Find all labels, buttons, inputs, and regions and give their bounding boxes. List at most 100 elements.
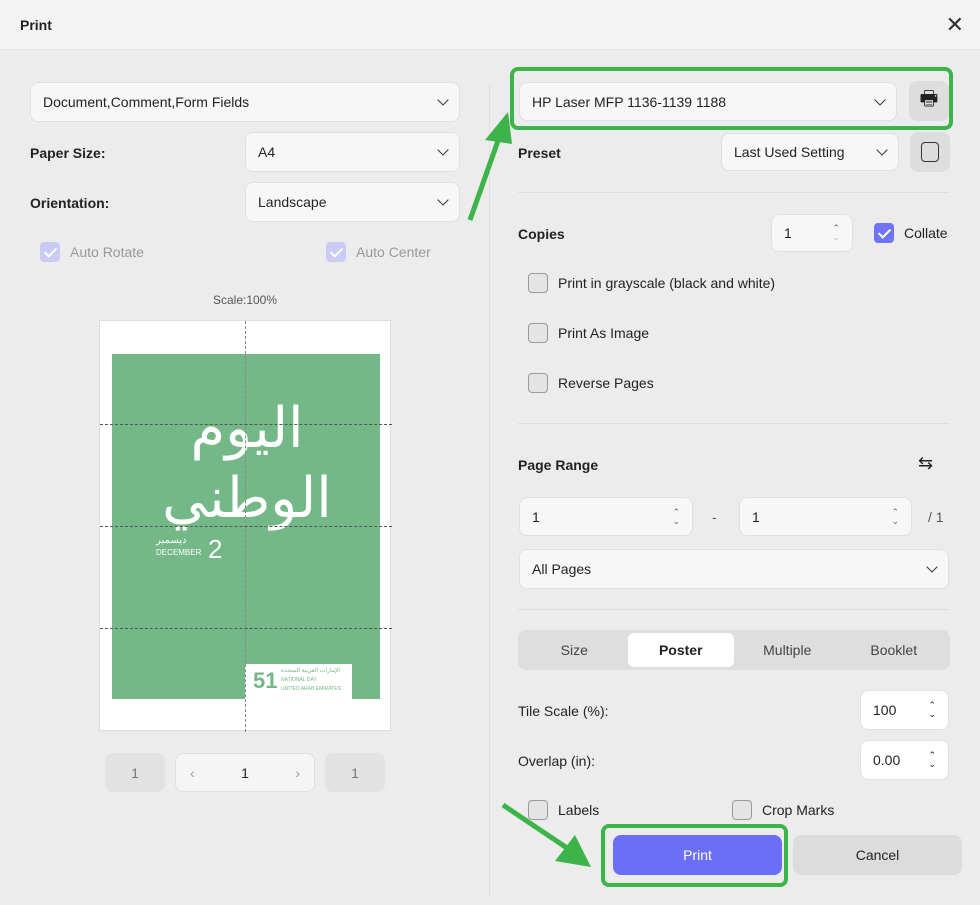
- orientation-value: Landscape: [258, 194, 327, 210]
- copies-stepper[interactable]: 1 ⌃ ⌄: [771, 214, 853, 252]
- stepper-arrows-icon[interactable]: ⌃ ⌄: [832, 224, 840, 242]
- printer-value: HP Laser MFP 1136-1139 1188: [532, 93, 727, 110]
- tile-line: [100, 628, 392, 629]
- badge-ar: الإمارات العربية المتحدة: [281, 668, 341, 674]
- orientation-select[interactable]: Landscape: [245, 182, 460, 222]
- chevron-down-icon: [437, 194, 449, 206]
- copies-label: Copies: [518, 226, 565, 242]
- range-select-value: All Pages: [532, 561, 592, 577]
- grayscale-label: Print in grayscale (black and white): [558, 275, 776, 291]
- tab-multiple[interactable]: Multiple: [734, 633, 841, 667]
- content-value: Document,Comment,Form Fields: [43, 94, 250, 110]
- checkbox-icon: [40, 242, 60, 262]
- dialog-title: Print: [20, 17, 52, 33]
- current-page[interactable]: 1: [241, 765, 249, 781]
- save-icon: [921, 142, 939, 162]
- paper-size-value: A4: [258, 144, 276, 160]
- next-page-icon[interactable]: ›: [295, 765, 300, 781]
- badge-number: 51: [253, 668, 278, 693]
- auto-center-label: Auto Center: [356, 244, 431, 260]
- layout-tabs: Size Poster Multiple Booklet: [518, 630, 950, 670]
- badge-uae: UNITED ARAB EMIRATES: [281, 686, 341, 692]
- tile-scale-stepper[interactable]: 100 ⌃ ⌄: [860, 690, 949, 730]
- checkbox-icon: [528, 373, 548, 393]
- page-navigator: ‹ 1 ›: [175, 753, 315, 792]
- grayscale-checkbox[interactable]: Print in grayscale (black and white): [528, 273, 775, 293]
- copies-value: 1: [784, 225, 792, 241]
- tab-poster[interactable]: Poster: [627, 633, 734, 667]
- auto-rotate-checkbox[interactable]: Auto Rotate: [40, 242, 144, 262]
- chevron-down-icon: [874, 93, 886, 106]
- annotation-arrow-down: [501, 802, 591, 867]
- month-ar: ديسمبر: [156, 535, 187, 546]
- paper-size-label: Paper Size:: [30, 145, 106, 161]
- chevron-down-icon: [437, 144, 449, 156]
- tab-size[interactable]: Size: [521, 633, 628, 667]
- range-to-value: 1: [752, 508, 760, 525]
- divider: [518, 192, 950, 193]
- range-total: / 1: [928, 509, 944, 525]
- overlap-stepper[interactable]: 0.00 ⌃ ⌄: [860, 740, 949, 780]
- page-range-swap-icon[interactable]: ⇆: [918, 453, 933, 474]
- paper-size-select[interactable]: A4: [245, 132, 460, 172]
- collate-label: Collate: [904, 225, 948, 241]
- tab-booklet[interactable]: Booklet: [841, 633, 948, 667]
- overlap-value: 0.00: [873, 752, 901, 768]
- divider: [518, 609, 950, 610]
- chevron-down-icon: [926, 561, 938, 573]
- tile-scale-value: 100: [873, 702, 897, 718]
- checkbox-icon: [732, 800, 752, 820]
- tile-line: [100, 424, 392, 425]
- print-as-image-label: Print As Image: [558, 325, 650, 341]
- preset-select[interactable]: Last Used Setting: [721, 133, 899, 171]
- content-select[interactable]: Document,Comment,Form Fields: [30, 82, 460, 122]
- day-number: 2: [208, 534, 223, 564]
- printer-properties-button[interactable]: 🖶: [909, 81, 949, 121]
- print-button[interactable]: Print: [613, 835, 782, 875]
- crop-marks-label: Crop Marks: [762, 802, 835, 818]
- printer-select[interactable]: HP Laser MFP 1136-1139 1188: [519, 82, 897, 121]
- printer-icon: 🖶: [919, 88, 939, 110]
- scale-label: Scale:100%: [212, 293, 278, 307]
- stepper-arrows-icon[interactable]: ⌃ ⌄: [928, 751, 936, 769]
- checkbox-icon: [528, 323, 548, 343]
- range-select[interactable]: All Pages: [519, 549, 949, 589]
- range-to-stepper[interactable]: 1 ⌃ ⌄: [739, 497, 912, 536]
- range-from-value: 1: [532, 508, 540, 525]
- badge-nd: NATIONAL DAY: [281, 677, 317, 683]
- stepper-arrows-icon[interactable]: ⌃ ⌄: [891, 507, 899, 526]
- title-bar: [0, 0, 980, 50]
- badge: 51 الإمارات العربية المتحدة NATIONAL DAY…: [245, 664, 352, 699]
- checkbox-icon: [874, 223, 894, 243]
- chevron-down-icon: [437, 94, 449, 106]
- tile-line: [100, 526, 392, 527]
- cancel-button[interactable]: Cancel: [793, 835, 962, 875]
- last-page-button[interactable]: 1: [325, 753, 385, 792]
- close-icon[interactable]: ✕: [946, 12, 964, 38]
- tile-scale-label: Tile Scale (%):: [518, 703, 609, 719]
- range-from-stepper[interactable]: 1 ⌃ ⌄: [519, 497, 693, 536]
- checkbox-icon: [528, 273, 548, 293]
- page-range-label: Page Range: [518, 457, 599, 473]
- overlap-label: Overlap (in):: [518, 753, 596, 769]
- auto-center-checkbox[interactable]: Auto Center: [326, 242, 431, 262]
- first-page-button[interactable]: 1: [105, 753, 165, 792]
- month-en: DECEMBER: [156, 548, 202, 557]
- preset-value: Last Used Setting: [734, 144, 845, 160]
- preset-label: Preset: [518, 145, 561, 161]
- collate-checkbox[interactable]: Collate: [874, 223, 948, 243]
- checkbox-icon: [326, 242, 346, 262]
- save-preset-button[interactable]: [910, 132, 950, 172]
- annotation-arrow-up: [467, 112, 512, 221]
- orientation-label: Orientation:: [30, 195, 110, 211]
- range-separator: -: [712, 509, 717, 525]
- stepper-arrows-icon[interactable]: ⌃ ⌄: [672, 507, 680, 526]
- auto-rotate-label: Auto Rotate: [70, 244, 144, 260]
- reverse-pages-checkbox[interactable]: Reverse Pages: [528, 373, 654, 393]
- print-as-image-checkbox[interactable]: Print As Image: [528, 323, 649, 343]
- prev-page-icon[interactable]: ‹: [190, 765, 195, 781]
- stepper-arrows-icon[interactable]: ⌃ ⌄: [928, 701, 936, 719]
- crop-marks-checkbox[interactable]: Crop Marks: [732, 800, 834, 820]
- print-preview: اليوم الوطني 2 ديسمبر DECEMBER 51 الإمار…: [99, 320, 392, 732]
- divider: [518, 423, 950, 424]
